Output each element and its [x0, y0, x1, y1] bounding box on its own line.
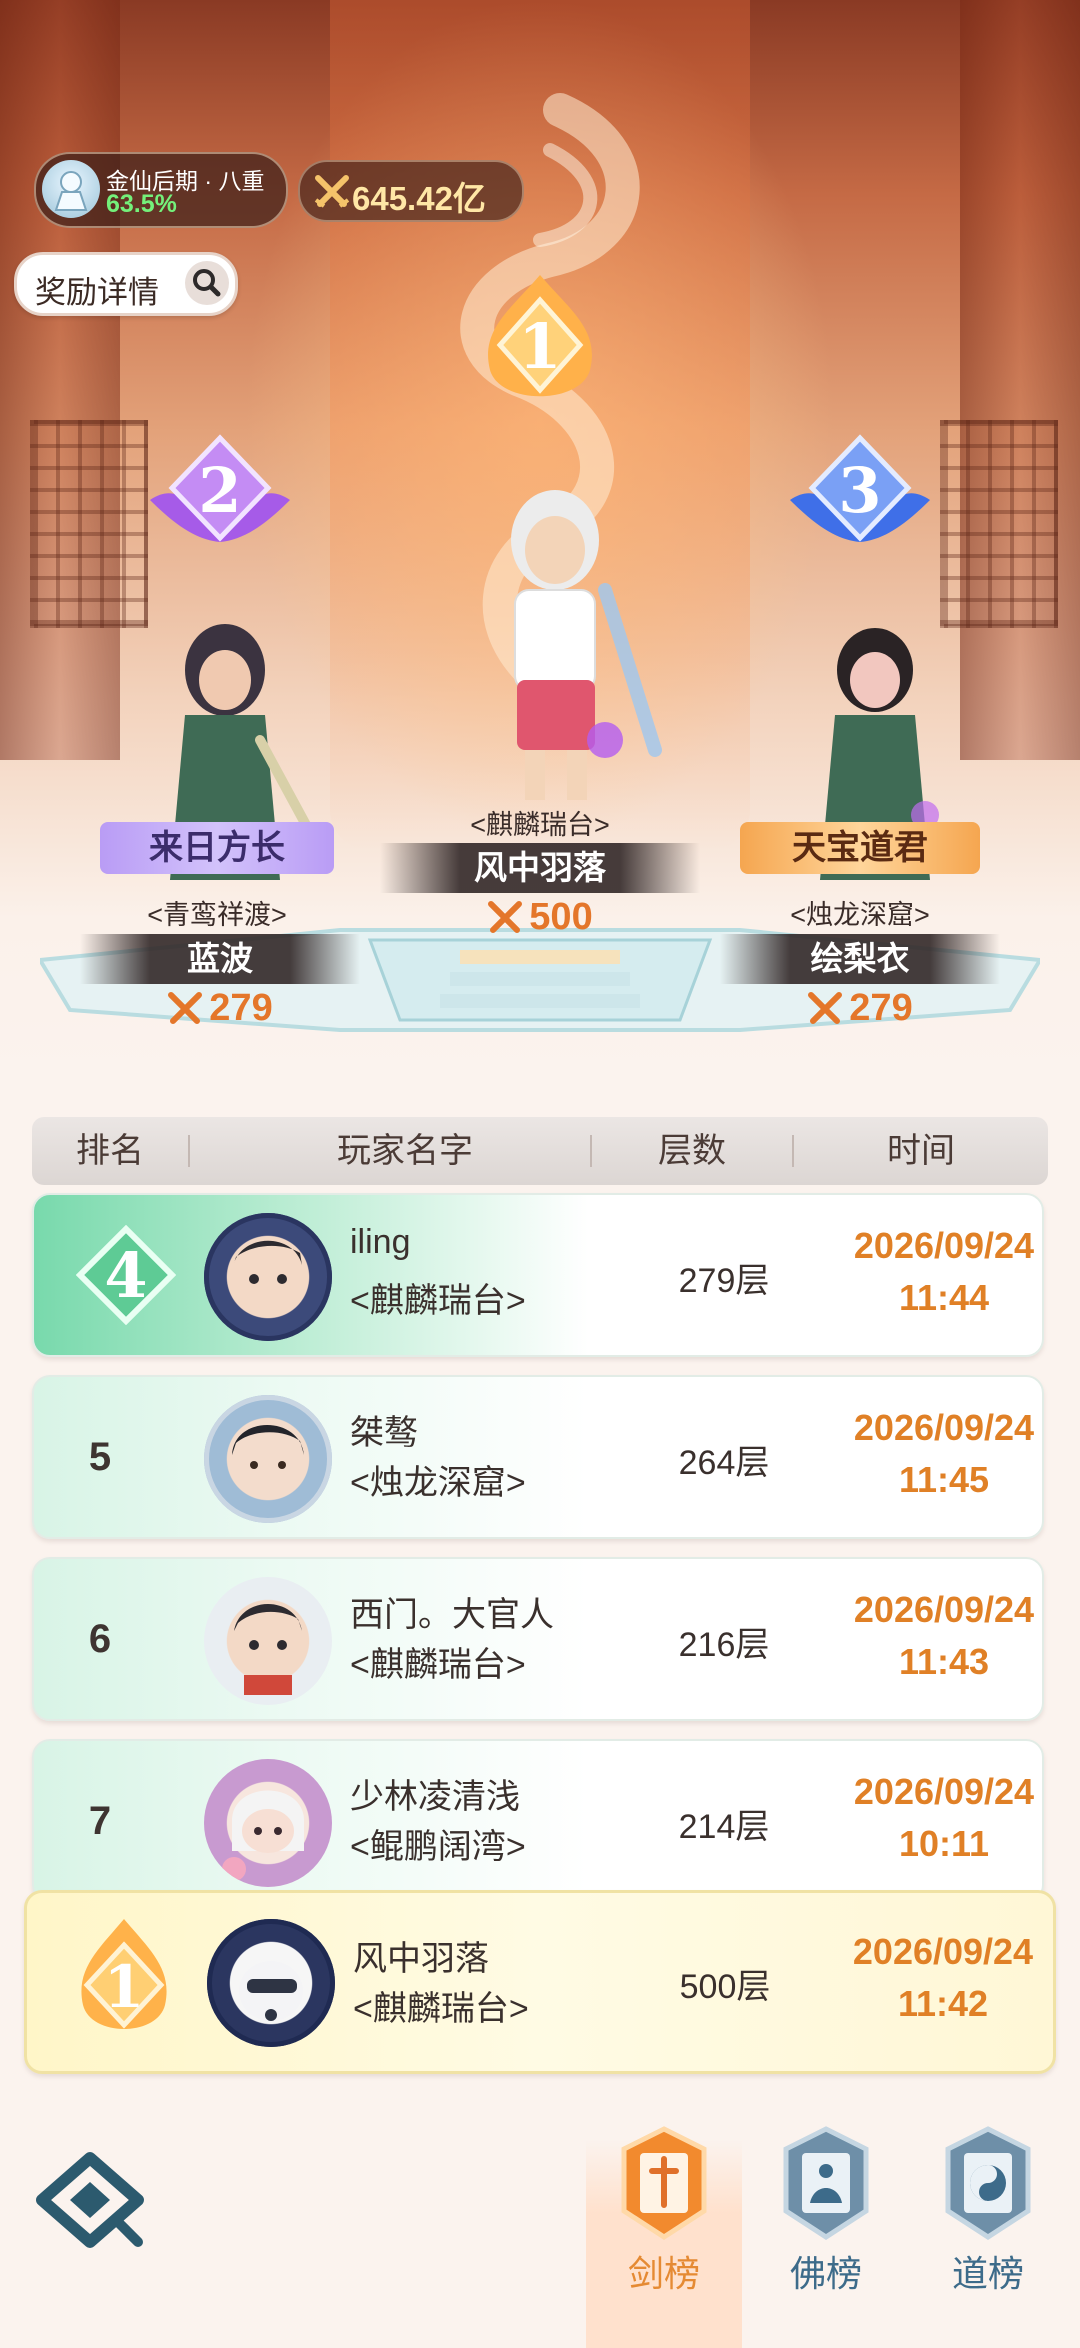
player-guild: <麒麟瑞台>: [353, 1990, 529, 2028]
pillar-right: [960, 0, 1080, 760]
player-guild: <麒麟瑞台>: [350, 1646, 526, 1684]
rank-1-name[interactable]: 风中羽落: [380, 843, 700, 893]
time-value: 10:11: [898, 1823, 990, 1864]
rank-3-power-value: 279: [849, 987, 913, 1029]
rank-1-flame-badge: 1: [488, 275, 592, 397]
player-name: iling: [350, 1223, 411, 1261]
crossed-swords-icon: [314, 175, 350, 208]
header-player-name: 玩家名字: [337, 1132, 473, 1170]
rank-4-badge: 4: [76, 1225, 176, 1325]
reward-details-label: 奖励详情: [35, 275, 159, 310]
tab-label: 剑榜: [627, 2253, 700, 2294]
date-value: 2026/09/24: [853, 1407, 1035, 1448]
svg-text:2: 2: [198, 454, 241, 527]
rank-3-power: 279: [740, 982, 980, 1034]
reward-details-button[interactable]: 奖励详情: [14, 252, 238, 316]
rank-1-power: 500: [420, 891, 660, 943]
avatar[interactable]: [204, 1759, 332, 1887]
rank-3-name[interactable]: 绘梨衣: [720, 934, 1000, 984]
svg-text:4: 4: [104, 1239, 147, 1312]
avatar[interactable]: [204, 1213, 332, 1341]
avatar[interactable]: [204, 1395, 332, 1523]
search-icon: [185, 261, 229, 305]
player-name: 风中羽落: [353, 1940, 489, 1978]
realm-progress: 63.5%: [106, 190, 177, 218]
sword-banner-icon: [621, 2126, 707, 2240]
svg-text:3: 3: [838, 454, 881, 527]
tab-tao-ranking[interactable]: 道榜: [928, 2125, 1048, 2315]
power-value: 645.42亿: [352, 180, 486, 217]
header-floors: 层数: [658, 1132, 726, 1170]
rank-1-guild: <麒麟瑞台>: [470, 810, 610, 840]
player-guild: <烛龙深窟>: [350, 1464, 526, 1502]
my-rank-row[interactable]: 1 风中羽落 <麒麟瑞台> 500层 2026/09/24 11:42: [24, 1890, 1056, 2074]
table-row[interactable]: 7 少林凌清浅 <鲲鹏阔湾> 214层 2026/09/24 10:11: [32, 1739, 1044, 1903]
rank-number: 7: [88, 1799, 112, 1843]
rank-number: 5: [88, 1435, 112, 1479]
date-value: 2026/09/24: [853, 1771, 1035, 1812]
rank-number: 6: [88, 1617, 112, 1661]
player-guild: <鲲鹏阔湾>: [350, 1828, 526, 1866]
rank-3-badge: 3: [790, 434, 930, 542]
floors-value: 279层: [678, 1262, 770, 1300]
avatar[interactable]: [204, 1577, 332, 1705]
pillar-left: [0, 0, 120, 760]
floors-value: 214层: [678, 1808, 770, 1846]
rank-1-character[interactable]: [445, 470, 665, 810]
buddha-banner-icon: [783, 2126, 869, 2240]
tab-buddha-ranking[interactable]: 佛榜: [766, 2125, 886, 2315]
date-value: 2026/09/24: [853, 1225, 1035, 1266]
crossed-swords-icon: [168, 992, 203, 1024]
back-icon[interactable]: [34, 2152, 146, 2248]
floors-value: 500层: [679, 1968, 771, 2006]
player-guild: <麒麟瑞台>: [350, 1282, 526, 1320]
crossed-swords-icon: [808, 992, 843, 1024]
crossed-swords-icon: [488, 901, 523, 933]
rank-1-power-value: 500: [529, 896, 593, 938]
rank-1-flame-badge: 1: [81, 1919, 167, 2029]
window-lattice-right: [940, 420, 1058, 628]
realm-avatar: [42, 160, 100, 218]
power-display: 645.42亿: [298, 160, 524, 222]
player-name: 少林凌清浅: [350, 1778, 520, 1816]
time-value: 11:42: [897, 1983, 989, 2024]
tab-label: 道榜: [951, 2253, 1024, 2294]
rank-2-power-value: 279: [209, 987, 273, 1029]
header-time: 时间: [887, 1132, 955, 1170]
svg-text:1: 1: [518, 310, 561, 383]
rank-2-badge: 2: [150, 434, 290, 542]
table-row[interactable]: 4 iling <麒麟瑞台> 279层 2026/09/24 11:44: [32, 1193, 1044, 1357]
header-rank: 排名: [76, 1132, 144, 1170]
taiji-banner-icon: [945, 2126, 1031, 2240]
rank-2-title: 来日方长: [100, 822, 334, 874]
player-name: 桀骜: [350, 1414, 418, 1452]
svg-text:1: 1: [104, 1953, 144, 2021]
table-row[interactable]: 5 桀骜 <烛龙深窟> 264层 2026/09/24 11:45: [32, 1375, 1044, 1539]
ranking-table-header: 排名 玩家名字 层数 时间: [32, 1117, 1048, 1185]
time-value: 11:43: [898, 1641, 990, 1682]
window-lattice-left: [30, 420, 148, 628]
time-value: 11:44: [898, 1277, 990, 1318]
table-row[interactable]: 6 西门。大官人 <麒麟瑞台> 216层 2026/09/24 11:43: [32, 1557, 1044, 1721]
date-value: 2026/09/24: [853, 1589, 1035, 1630]
date-value: 2026/09/24: [852, 1931, 1034, 1972]
rank-3-title: 天宝道君: [740, 822, 980, 874]
rank-3-guild: <烛龙深窟>: [790, 900, 930, 930]
time-value: 11:45: [898, 1459, 990, 1500]
bottom-bar: [0, 2090, 1080, 2348]
rank-2-name[interactable]: 蓝波: [80, 934, 360, 984]
floors-value: 216层: [678, 1626, 770, 1664]
player-name: 西门。大官人: [350, 1596, 554, 1634]
tab-label: 佛榜: [789, 2253, 862, 2294]
rank-2-power: 279: [100, 982, 340, 1034]
rank-2-guild: <青鸾祥渡>: [147, 900, 287, 930]
floors-value: 264层: [678, 1444, 770, 1482]
realm-status[interactable]: 金仙后期 · 八重 63.5%: [34, 152, 288, 228]
tab-sword-ranking[interactable]: 剑榜: [604, 2125, 724, 2315]
avatar[interactable]: [207, 1919, 335, 2047]
